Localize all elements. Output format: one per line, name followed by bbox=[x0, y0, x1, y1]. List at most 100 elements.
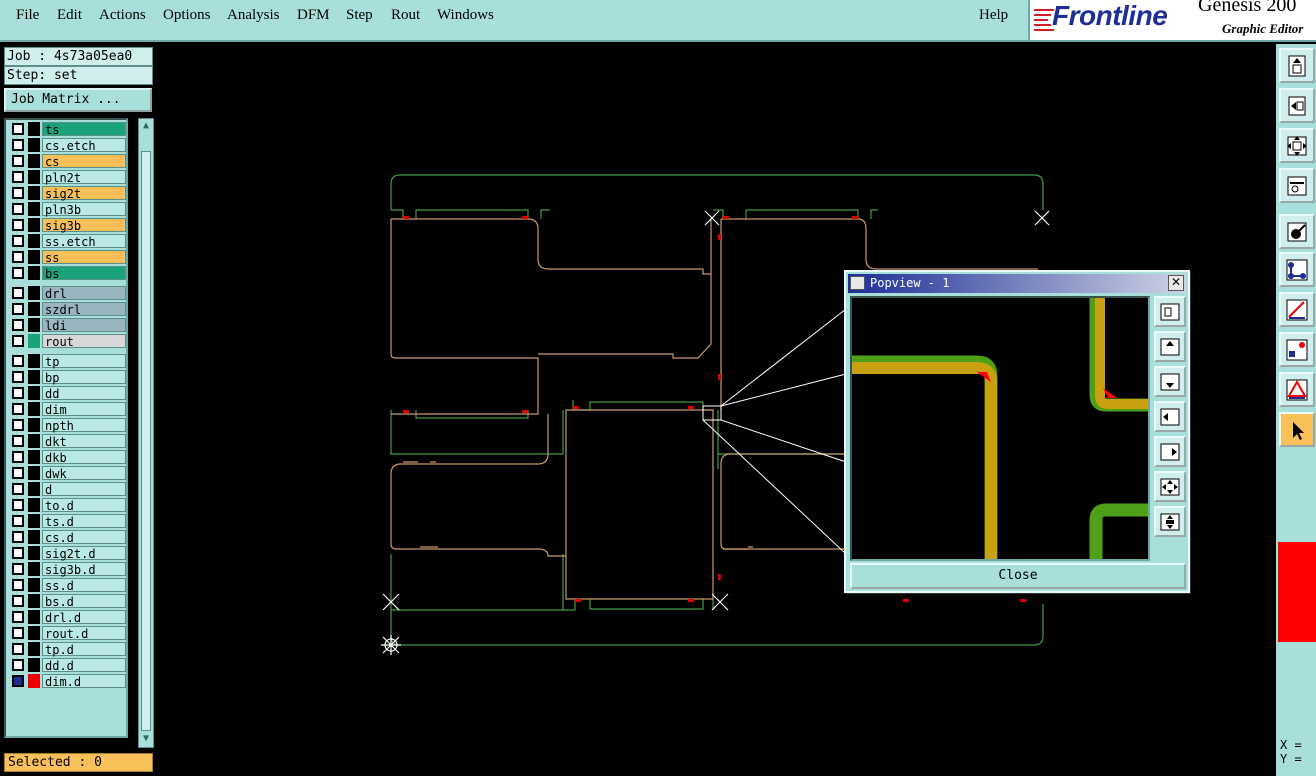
layer-name[interactable]: ss.etch bbox=[42, 234, 126, 249]
layer-checkbox[interactable] bbox=[12, 515, 24, 527]
menu-step[interactable]: Step bbox=[346, 7, 373, 24]
layer-row[interactable]: cs.etch bbox=[8, 138, 126, 153]
layer-row[interactable]: drl.d bbox=[8, 610, 126, 625]
window-menu-icon[interactable] bbox=[850, 276, 865, 290]
layer-name[interactable]: sig3b bbox=[42, 218, 126, 233]
menu-file[interactable]: File bbox=[16, 7, 39, 24]
close-icon[interactable]: ✕ bbox=[1168, 275, 1184, 291]
layer-checkbox[interactable] bbox=[12, 467, 24, 479]
layer-name[interactable]: npth bbox=[42, 418, 126, 433]
layer-name[interactable]: dkt bbox=[42, 434, 126, 449]
scroll-thumb[interactable] bbox=[141, 151, 151, 731]
layer-name[interactable]: drl.d bbox=[42, 610, 126, 625]
layer-checkbox[interactable] bbox=[12, 335, 24, 347]
layer-checkbox[interactable] bbox=[12, 171, 24, 183]
layer-row[interactable]: ts.d bbox=[8, 514, 126, 529]
layer-row[interactable]: tp.d bbox=[8, 642, 126, 657]
layer-name[interactable]: dd.d bbox=[42, 658, 126, 673]
layer-row[interactable]: ss.d bbox=[8, 578, 126, 593]
menu-windows[interactable]: Windows bbox=[437, 7, 494, 24]
layer-checkbox[interactable] bbox=[12, 203, 24, 215]
layer-name[interactable]: tp bbox=[42, 354, 126, 369]
layer-checkbox[interactable] bbox=[12, 563, 24, 575]
layer-name[interactable]: ldi bbox=[42, 318, 126, 333]
layer-name[interactable]: tp.d bbox=[42, 642, 126, 657]
layer-row[interactable]: ss.etch bbox=[8, 234, 126, 249]
layer-row[interactable]: tp bbox=[8, 354, 126, 369]
layer-name[interactable]: dd bbox=[42, 386, 126, 401]
layer-checkbox[interactable] bbox=[12, 355, 24, 367]
layer-checkbox[interactable] bbox=[12, 611, 24, 623]
layer-checkbox[interactable] bbox=[12, 627, 24, 639]
layer-name[interactable]: rout bbox=[42, 334, 126, 349]
layer-row[interactable]: sig3b bbox=[8, 218, 126, 233]
menu-edit[interactable]: Edit bbox=[57, 7, 82, 24]
layer-checkbox[interactable] bbox=[12, 371, 24, 383]
layer-row[interactable]: rout.d bbox=[8, 626, 126, 641]
pv-zoom-in-icon[interactable] bbox=[1154, 296, 1186, 327]
layer-name[interactable]: ss.d bbox=[42, 578, 126, 593]
layer-name[interactable]: to.d bbox=[42, 498, 126, 513]
layer-row[interactable]: npth bbox=[8, 418, 126, 433]
layer-name[interactable]: rout.d bbox=[42, 626, 126, 641]
layer-list[interactable]: ts cs.etch cs pln2t sig2t pln3b sig3b ss.etch ss… bbox=[4, 118, 128, 738]
layer-checkbox[interactable] bbox=[12, 219, 24, 231]
layer-row[interactable]: szdrl bbox=[8, 302, 126, 317]
layer-row[interactable]: sig2t.d bbox=[8, 546, 126, 561]
layer-row[interactable]: dim.d bbox=[8, 674, 126, 689]
layer-checkbox[interactable] bbox=[12, 267, 24, 279]
layer-row[interactable]: to.d bbox=[8, 498, 126, 513]
layer-name[interactable]: cs bbox=[42, 154, 126, 169]
layer-name[interactable]: pln3b bbox=[42, 202, 126, 217]
menu-actions[interactable]: Actions bbox=[99, 7, 146, 24]
layer-checkbox[interactable] bbox=[12, 675, 24, 687]
layer-checkbox[interactable] bbox=[12, 499, 24, 511]
layer-checkbox[interactable] bbox=[12, 419, 24, 431]
layer-checkbox[interactable] bbox=[12, 451, 24, 463]
snap-icon[interactable] bbox=[1279, 214, 1315, 249]
layer-checkbox[interactable] bbox=[12, 187, 24, 199]
scroll-up-icon[interactable]: ▲ bbox=[140, 120, 152, 132]
menu-analysis[interactable]: Analysis bbox=[227, 7, 280, 24]
pv-zoom-up-icon[interactable] bbox=[1154, 331, 1186, 362]
layer-row[interactable]: dkt bbox=[8, 434, 126, 449]
layer-row[interactable]: dd.d bbox=[8, 658, 126, 673]
layer-row[interactable]: pln3b bbox=[8, 202, 126, 217]
drc-icon[interactable] bbox=[1279, 372, 1315, 407]
layer-checkbox[interactable] bbox=[12, 287, 24, 299]
pv-zoom-right-icon[interactable] bbox=[1154, 436, 1186, 467]
layer-checkbox[interactable] bbox=[12, 547, 24, 559]
menu-options[interactable]: Options bbox=[163, 7, 211, 24]
layer-checkbox[interactable] bbox=[12, 139, 24, 151]
layer-name[interactable]: szdrl bbox=[42, 302, 126, 317]
measure-icon[interactable] bbox=[1279, 168, 1315, 203]
layer-row[interactable]: sig3b.d bbox=[8, 562, 126, 577]
layer-name[interactable]: cs.etch bbox=[42, 138, 126, 153]
layer-row[interactable]: ldi bbox=[8, 318, 126, 333]
layer-row[interactable]: ss bbox=[8, 250, 126, 265]
layer-checkbox[interactable] bbox=[12, 643, 24, 655]
layer-row[interactable]: bs.d bbox=[8, 594, 126, 609]
layer-name[interactable]: pln2t bbox=[42, 170, 126, 185]
layer-row[interactable]: drl bbox=[8, 286, 126, 301]
layer-row[interactable]: sig2t bbox=[8, 186, 126, 201]
layer-row[interactable]: ts bbox=[8, 122, 126, 137]
layer-checkbox[interactable] bbox=[12, 403, 24, 415]
popview-canvas[interactable] bbox=[850, 296, 1150, 561]
pv-zoom-left-icon[interactable] bbox=[1154, 401, 1186, 432]
component-icon[interactable] bbox=[1279, 332, 1315, 367]
layer-checkbox[interactable] bbox=[12, 483, 24, 495]
close-button[interactable]: Close bbox=[850, 563, 1186, 589]
layer-checkbox[interactable] bbox=[12, 123, 24, 135]
layer-name[interactable]: ss bbox=[42, 250, 126, 265]
layer-row[interactable]: dkb bbox=[8, 450, 126, 465]
menu-dfm[interactable]: DFM bbox=[297, 7, 330, 24]
draw-line-icon[interactable] bbox=[1279, 292, 1315, 327]
pv-zoom-down-icon[interactable] bbox=[1154, 366, 1186, 397]
layer-checkbox[interactable] bbox=[12, 435, 24, 447]
layer-row[interactable]: bp bbox=[8, 370, 126, 385]
layer-name[interactable]: bs.d bbox=[42, 594, 126, 609]
layer-row[interactable]: bs bbox=[8, 266, 126, 281]
layer-name[interactable]: bp bbox=[42, 370, 126, 385]
layer-row[interactable]: d bbox=[8, 482, 126, 497]
